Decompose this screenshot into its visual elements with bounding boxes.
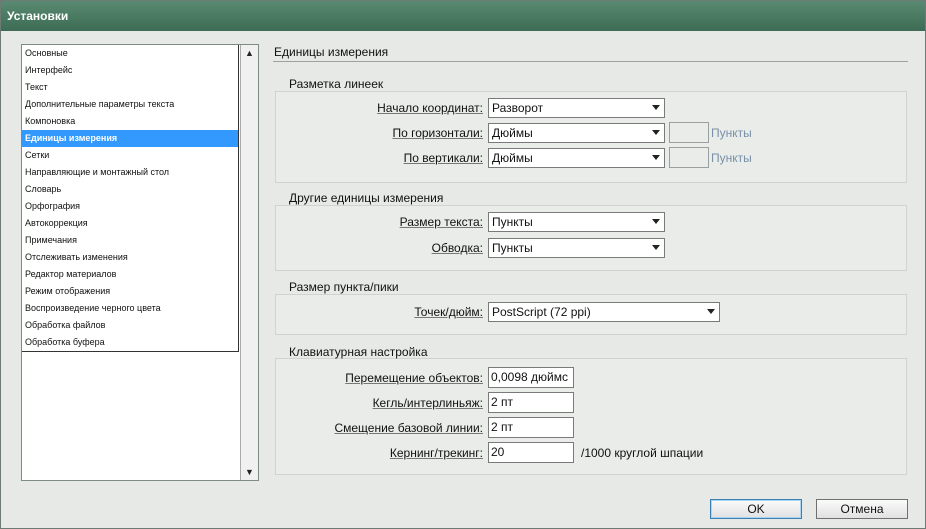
stroke-select[interactable]: Пункты: [488, 238, 665, 258]
ppi-label: Точек/дюйм:: [414, 305, 483, 319]
scroll-down-icon[interactable]: ▼: [241, 464, 258, 480]
horizontal-label: По горизонтали:: [392, 126, 483, 140]
title-bar[interactable]: Установки: [1, 1, 925, 31]
rulers-group-title: Разметка линеек: [289, 77, 384, 91]
sidebar-item[interactable]: Автокоррекция: [22, 215, 238, 232]
stroke-label: Обводка:: [431, 241, 483, 255]
sidebar-item[interactable]: Единицы измерения: [22, 130, 238, 147]
page-title: Единицы измерения: [274, 45, 389, 59]
size-leading-field[interactable]: 2 пт: [488, 392, 574, 413]
ppi-select-value: PostScript (72 ppi): [492, 305, 591, 319]
horizontal-select-value: Дюймы: [492, 126, 533, 140]
vertical-select[interactable]: Дюймы: [488, 148, 665, 168]
move-objects-label: Перемещение объектов:: [345, 371, 483, 385]
text-size-select-value: Пункты: [492, 215, 533, 229]
sidebar-item[interactable]: Дополнительные параметры текста: [22, 96, 238, 113]
chevron-down-icon: [652, 219, 660, 224]
chevron-down-icon: [652, 105, 660, 110]
window-title: Установки: [7, 9, 69, 23]
category-list-items: Основные Интерфейс Текст Дополнительные пар…: [22, 45, 239, 352]
scroll-up-icon[interactable]: ▲: [241, 45, 258, 61]
chevron-down-icon: [707, 309, 715, 314]
sidebar-item[interactable]: Отслеживать изменения: [22, 249, 238, 266]
stroke-select-value: Пункты: [492, 241, 533, 255]
sidebar-item[interactable]: Словарь: [22, 181, 238, 198]
vertical-select-value: Дюймы: [492, 151, 533, 165]
horizontal-unit-label: Пункты: [711, 126, 752, 140]
kerning-field[interactable]: 20: [488, 442, 574, 463]
baseline-shift-field[interactable]: 2 пт: [488, 417, 574, 438]
sidebar-item[interactable]: Компоновка: [22, 113, 238, 130]
horizontal-select[interactable]: Дюймы: [488, 123, 665, 143]
sidebar-item[interactable]: Режим отображения: [22, 283, 238, 300]
vertical-unit-label: Пункты: [711, 151, 752, 165]
chevron-down-icon: [652, 245, 660, 250]
ok-button[interactable]: OK: [710, 499, 802, 519]
sidebar-item[interactable]: Орфография: [22, 198, 238, 215]
size-leading-label: Кегль/интерлиньяж:: [372, 396, 483, 410]
kerning-label: Кернинг/трекинг:: [389, 446, 483, 460]
text-size-select[interactable]: Пункты: [488, 212, 665, 232]
cancel-button[interactable]: Отмена: [816, 499, 908, 519]
sidebar-item[interactable]: Обработка файлов: [22, 317, 238, 334]
sidebar-item[interactable]: Основные: [22, 45, 238, 62]
origin-select-value: Разворот: [492, 101, 544, 115]
title-divider: [273, 61, 908, 62]
sidebar-item[interactable]: Текст: [22, 79, 238, 96]
vertical-label: По вертикали:: [403, 151, 483, 165]
category-scrollbar[interactable]: ▲ ▼: [240, 45, 258, 480]
sidebar-item[interactable]: Обработка буфера: [22, 334, 238, 351]
category-list: Основные Интерфейс Текст Дополнительные пар…: [21, 44, 259, 481]
move-objects-field[interactable]: 0,0098 дюймс: [488, 367, 574, 388]
text-size-label: Размер текста:: [399, 215, 483, 229]
ppi-select[interactable]: PostScript (72 ppi): [488, 302, 720, 322]
horizontal-points-field: [669, 122, 709, 143]
other-units-group-title: Другие единицы измерения: [289, 191, 444, 205]
chevron-down-icon: [652, 130, 660, 135]
sidebar-item[interactable]: Сетки: [22, 147, 238, 164]
sidebar-item[interactable]: Направляющие и монтажный стол: [22, 164, 238, 181]
preferences-dialog: Установки Основные Интерфейс Текст Дополнит…: [0, 0, 926, 529]
kerning-note: /1000 круглой шпации: [581, 446, 704, 460]
origin-select[interactable]: Разворот: [488, 98, 665, 118]
sidebar-item[interactable]: Воспроизведение черного цвета: [22, 300, 238, 317]
sidebar-item[interactable]: Редактор материалов: [22, 266, 238, 283]
baseline-shift-label: Смещение базовой линии:: [334, 421, 483, 435]
sidebar-item[interactable]: Интерфейс: [22, 62, 238, 79]
keyboard-group-title: Клавиатурная настройка: [289, 345, 428, 359]
point-pica-group-title: Размер пункта/пики: [289, 280, 399, 294]
vertical-points-field: [669, 147, 709, 168]
origin-label: Начало координат:: [377, 101, 483, 115]
sidebar-item[interactable]: Примечания: [22, 232, 238, 249]
chevron-down-icon: [652, 155, 660, 160]
